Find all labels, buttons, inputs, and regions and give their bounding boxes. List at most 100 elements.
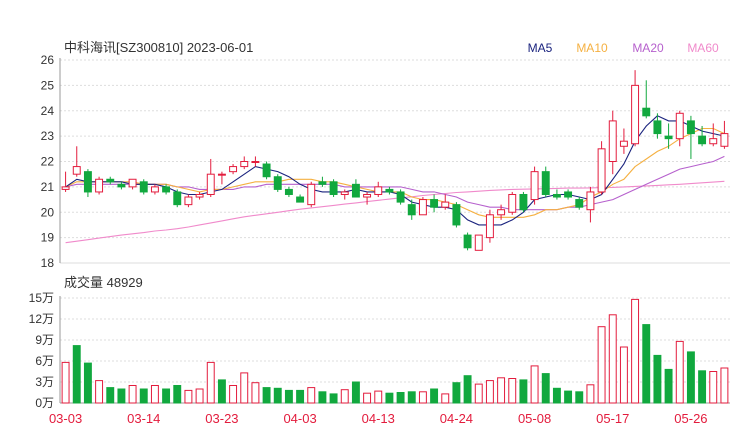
volume-title: 成交量 48929 [64, 275, 143, 290]
date-tick-label: 03-23 [205, 411, 238, 426]
candle-body [642, 107, 651, 117]
volume-tick-label: 0万 [35, 396, 54, 410]
volume-bar [139, 388, 148, 404]
volume-bar [608, 314, 617, 404]
volume-bar [61, 361, 70, 404]
volume-bar [273, 387, 282, 404]
volume-bar [374, 390, 383, 404]
candle-body [541, 171, 550, 195]
candle-body [519, 193, 528, 211]
legend-ma60: MA60 [687, 41, 719, 55]
volume-bar [284, 389, 293, 404]
volume-bar [530, 365, 539, 404]
candle-body [262, 163, 271, 178]
candle-body [273, 176, 282, 190]
volume-bar [351, 381, 360, 404]
volume-bar [173, 385, 182, 404]
price-tick-label: 23 [41, 129, 55, 143]
volume-bar [162, 388, 171, 404]
candle-body [664, 135, 673, 140]
candle-body [709, 138, 718, 145]
price-tick-label: 18 [41, 256, 55, 270]
volume-bar [240, 372, 249, 404]
candle-body [128, 178, 137, 188]
volume-bar [340, 389, 349, 404]
volume-bar [564, 390, 573, 404]
volume-bar [485, 380, 494, 404]
candle-body [508, 193, 517, 213]
candle-body [485, 214, 494, 239]
candle-body [430, 199, 439, 208]
volume-bar [586, 384, 595, 404]
volume-bar [195, 388, 204, 404]
candle-body [61, 186, 70, 190]
candle-body [150, 186, 159, 193]
candle-body [463, 234, 472, 249]
candle-body [184, 196, 193, 206]
volume-bar [117, 388, 126, 404]
volume-bar [184, 389, 193, 404]
volume-bar [519, 379, 528, 404]
volume-bar [452, 382, 461, 404]
candle-body [552, 193, 561, 198]
price-tick-label: 22 [41, 155, 55, 169]
candle-body [351, 183, 360, 198]
date-tick-label: 03-03 [49, 411, 82, 426]
candle-body [106, 178, 115, 183]
volume-bar [307, 387, 316, 404]
volume-bar [229, 385, 238, 404]
candle-body [586, 191, 595, 211]
volume-bar [720, 367, 729, 404]
volume-bar [686, 351, 695, 404]
volume-bar [407, 391, 416, 404]
volume-bar [642, 324, 651, 404]
candle-body [363, 193, 372, 198]
volume-bar [474, 383, 483, 404]
candle-body [597, 148, 606, 193]
ma20-path [65, 155, 725, 211]
price-tick-label: 26 [41, 53, 55, 67]
candle-body [318, 181, 327, 185]
candle-body [530, 171, 539, 201]
candle-body [195, 193, 204, 198]
candle-body [608, 120, 617, 162]
volume-tick-label: 9万 [35, 333, 54, 347]
candle-body [329, 181, 338, 195]
ma5-line [65, 115, 725, 226]
price-tick-label: 25 [41, 78, 55, 92]
candle-body [396, 191, 405, 203]
candle-body [452, 204, 461, 226]
volume-bar [318, 391, 327, 404]
candle-body [698, 135, 707, 145]
candle-body [374, 186, 383, 195]
volume-bar [441, 393, 450, 404]
candle-body [675, 112, 684, 140]
volume-bar [150, 385, 159, 404]
date-tick-label: 04-03 [283, 411, 316, 426]
volume-bar [463, 375, 472, 404]
chart-title: 中科海讯[SZ300810] 2023-06-01 [64, 40, 253, 55]
candle-body [418, 199, 427, 216]
volume-bar [206, 361, 215, 404]
candle-body [631, 84, 640, 145]
volume-bar [552, 387, 561, 404]
candle-body [217, 173, 226, 176]
volume-bar [541, 373, 550, 404]
price-tick-label: 21 [41, 180, 55, 194]
candle-body [229, 166, 238, 173]
candle-body [284, 188, 293, 195]
candle-body [296, 196, 305, 203]
candle-body [162, 186, 171, 193]
volume-bar [631, 298, 640, 404]
volume-bar [296, 389, 305, 404]
candle-body [385, 188, 394, 193]
y-axis-labels: 18 19 20 21 22 23 24 25 26 0万 3万 6万 9万 12万 15万 [29, 53, 55, 410]
candle-body [407, 204, 416, 216]
volume-bar [83, 362, 92, 404]
volume-bar [675, 340, 684, 404]
candle-body [686, 120, 695, 135]
date-tick-label: 04-24 [440, 411, 473, 426]
volume-bar [217, 379, 226, 404]
price-tick-label: 24 [41, 104, 55, 118]
volume-bar [95, 380, 104, 404]
